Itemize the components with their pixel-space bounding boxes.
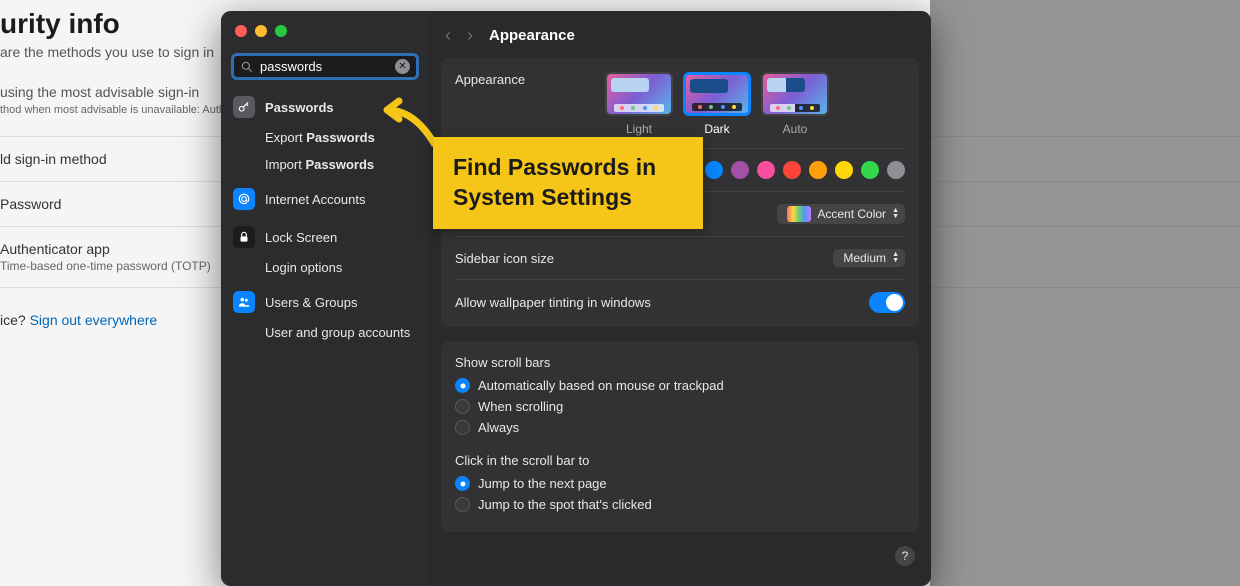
click-section-title: Click in the scroll bar to (455, 453, 905, 468)
accent-swatch[interactable] (731, 161, 749, 179)
theme-light-thumb (605, 72, 673, 116)
sidebar: ✕ Passwords Export Passwords Import Pass… (221, 11, 429, 586)
sidebar-icon-size-label: Sidebar icon size (455, 251, 833, 266)
scroll-option[interactable]: Always (455, 420, 905, 435)
sidebar-icon-size-row: Sidebar icon size Medium ▲▼ (455, 236, 905, 267)
wallpaper-tinting-toggle[interactable] (869, 292, 905, 313)
sidebar-item-passwords[interactable]: Passwords (221, 90, 429, 124)
accent-dropdown-label: Accent Color (817, 207, 886, 221)
wallpaper-tinting-label: Allow wallpaper tinting in windows (455, 295, 869, 310)
sidebar-item-user-group-accounts[interactable]: User and group accounts (221, 319, 429, 346)
at-icon (233, 188, 255, 210)
click-option-label: Jump to the next page (478, 476, 607, 491)
dim-overlay (930, 0, 1240, 586)
sidebar-item-label: Login options (265, 260, 342, 275)
accent-swatch[interactable] (757, 161, 775, 179)
radio-icon (455, 420, 470, 435)
sidebar-item-export-passwords[interactable]: Export Passwords (221, 124, 429, 151)
clear-search-button[interactable]: ✕ (395, 59, 410, 74)
sidebar-item-users-groups[interactable]: Users & Groups (221, 285, 429, 319)
theme-options: Light Dark (605, 72, 829, 136)
scroll-option[interactable]: When scrolling (455, 399, 905, 414)
radio-icon (455, 476, 470, 491)
sidebar-item-login-options[interactable]: Login options (221, 254, 429, 281)
scroll-option-label: Always (478, 420, 519, 435)
main-content: ‹ › Appearance Appearance Lig (429, 11, 931, 586)
radio-icon (455, 497, 470, 512)
scroll-option-label: When scrolling (478, 399, 563, 414)
bg-question-text: ice? (0, 312, 30, 328)
key-icon (233, 96, 255, 118)
theme-dark[interactable]: Dark (683, 72, 751, 136)
sidebar-item-label: Lock Screen (265, 230, 337, 245)
theme-dark-caption: Dark (704, 122, 729, 136)
header: ‹ › Appearance (429, 11, 931, 58)
click-option-label: Jump to the spot that's clicked (478, 497, 652, 512)
lock-icon (233, 226, 255, 248)
chevron-updown-icon: ▲▼ (892, 252, 899, 264)
help-button[interactable]: ? (895, 546, 915, 566)
theme-light-caption: Light (626, 122, 652, 136)
sidebar-item-label: User and group accounts (265, 325, 410, 340)
nav-forward-button[interactable]: › (467, 25, 473, 46)
theme-dark-thumb (683, 72, 751, 116)
wallpaper-tinting-row: Allow wallpaper tinting in windows (455, 279, 905, 313)
accent-preview-icon (787, 206, 811, 222)
nav-arrows: ‹ › (445, 25, 473, 46)
radio-icon (455, 378, 470, 393)
sidebar-item-label-pre: Import (265, 157, 305, 172)
zoom-window-button[interactable] (275, 25, 287, 37)
minimize-window-button[interactable] (255, 25, 267, 37)
sidebar-item-label-pre: Export (265, 130, 306, 145)
accent-swatch[interactable] (835, 161, 853, 179)
sidebar-icon-dropdown[interactable]: Medium ▲▼ (833, 249, 905, 267)
traffic-lights (221, 11, 429, 47)
theme-auto-caption: Auto (783, 122, 808, 136)
appearance-label: Appearance (455, 72, 605, 87)
close-window-button[interactable] (235, 25, 247, 37)
theme-auto-thumb (761, 72, 829, 116)
users-icon (233, 291, 255, 313)
sidebar-item-label-bold: Passwords (305, 157, 374, 172)
scroll-option[interactable]: Automatically based on mouse or trackpad (455, 378, 905, 393)
search-icon (240, 60, 254, 74)
bg-signout-link[interactable]: Sign out everywhere (30, 312, 158, 328)
search-input[interactable] (260, 59, 389, 74)
accent-swatch[interactable] (887, 161, 905, 179)
click-option[interactable]: Jump to the next page (455, 476, 905, 491)
accent-swatch[interactable] (861, 161, 879, 179)
accent-dropdown[interactable]: Accent Color ▲▼ (777, 204, 905, 224)
chevron-updown-icon: ▲▼ (892, 208, 899, 220)
sidebar-item-internet-accounts[interactable]: Internet Accounts (221, 182, 429, 216)
annotation-callout: Find Passwords in System Settings (433, 137, 703, 229)
sidebar-item-import-passwords[interactable]: Import Passwords (221, 151, 429, 178)
accent-swatch[interactable] (705, 161, 723, 179)
theme-light[interactable]: Light (605, 72, 673, 136)
sidebar-item-label: Internet Accounts (265, 192, 365, 207)
system-settings-window: ✕ Passwords Export Passwords Import Pass… (221, 11, 931, 586)
nav-back-button[interactable]: ‹ (445, 25, 451, 46)
theme-auto[interactable]: Auto (761, 72, 829, 136)
accent-swatches (705, 161, 905, 179)
accent-swatch[interactable] (783, 161, 801, 179)
scroll-option-label: Automatically based on mouse or trackpad (478, 378, 724, 393)
accent-swatch[interactable] (809, 161, 827, 179)
scroll-panel: Show scroll bars Automatically based on … (441, 341, 919, 532)
click-option[interactable]: Jump to the spot that's clicked (455, 497, 905, 512)
radio-icon (455, 399, 470, 414)
sidebar-item-label: Users & Groups (265, 295, 357, 310)
sidebar-item-lock-screen[interactable]: Lock Screen (221, 220, 429, 254)
sidebar-icon-dropdown-value: Medium (843, 251, 886, 265)
sidebar-item-label: Passwords (265, 100, 334, 115)
page-title: Appearance (489, 27, 575, 44)
search-field[interactable]: ✕ (231, 53, 419, 80)
sidebar-item-label-bold: Passwords (306, 130, 375, 145)
scroll-section-title: Show scroll bars (455, 355, 905, 370)
